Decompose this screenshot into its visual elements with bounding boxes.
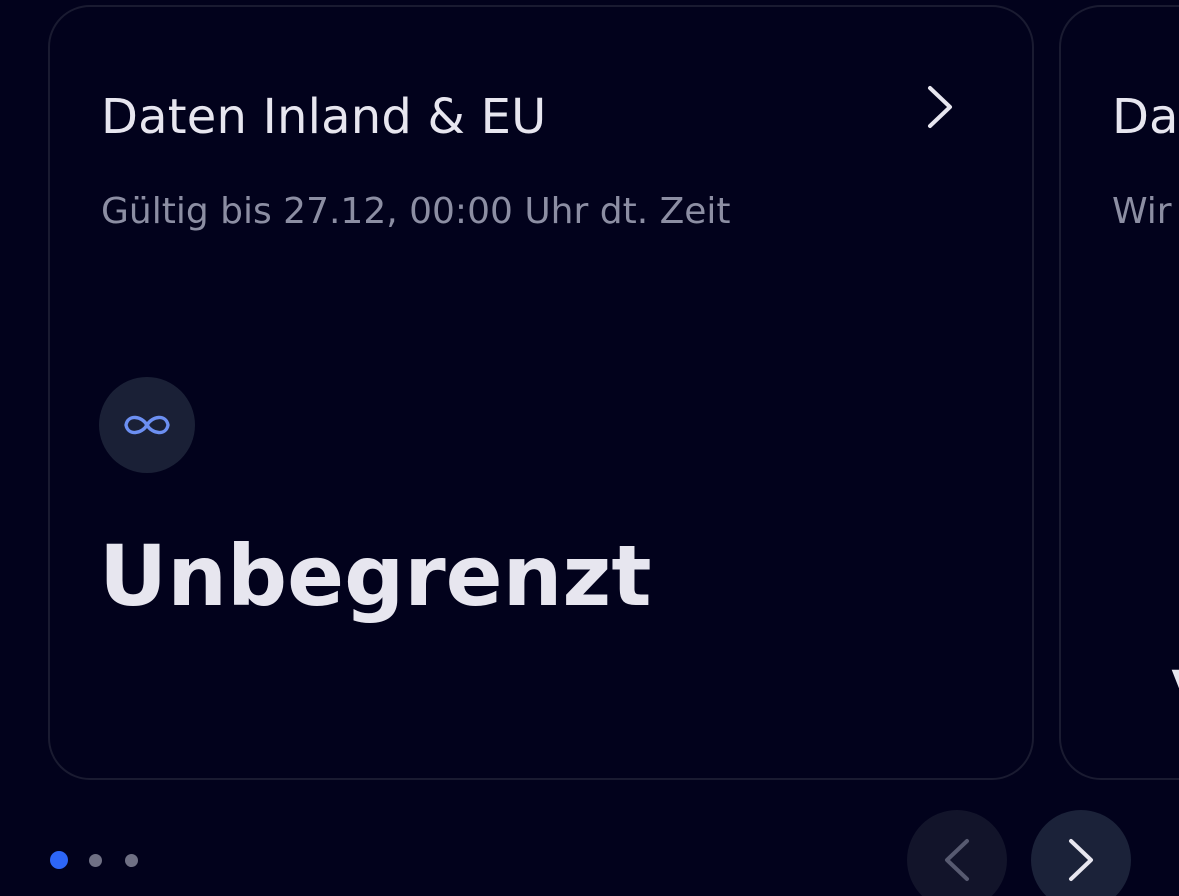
page-dot-3[interactable]	[125, 853, 138, 867]
card-amount-fragment: v	[1171, 652, 1179, 708]
data-plan-card-next[interactable]: Da Wir v	[1059, 5, 1179, 780]
card-validity-text: Gültig bis 27.12, 00:00 Uhr dt. Zeit	[101, 191, 731, 232]
card-title: Da	[1112, 89, 1179, 145]
infinity-icon	[124, 415, 170, 435]
data-amount-value: Unbegrenzt	[99, 527, 652, 625]
chevron-right-icon	[1069, 839, 1093, 881]
page-dot-2[interactable]	[89, 853, 102, 867]
carousel-pagination	[50, 850, 161, 870]
page-dot-1[interactable]	[50, 851, 68, 869]
chevron-left-icon	[945, 839, 969, 881]
data-plan-card-domestic-eu[interactable]: Daten Inland & EU Gültig bis 27.12, 00:0…	[48, 5, 1034, 780]
data-usage-carousel: Daten Inland & EU Gültig bis 27.12, 00:0…	[0, 0, 1179, 896]
card-title: Daten Inland & EU	[101, 89, 547, 145]
card-subtitle: Wir	[1112, 191, 1172, 232]
infinity-badge	[99, 377, 195, 473]
previous-button[interactable]	[907, 810, 1007, 896]
next-button[interactable]	[1031, 810, 1131, 896]
card-detail-chevron-icon[interactable]	[920, 79, 960, 135]
